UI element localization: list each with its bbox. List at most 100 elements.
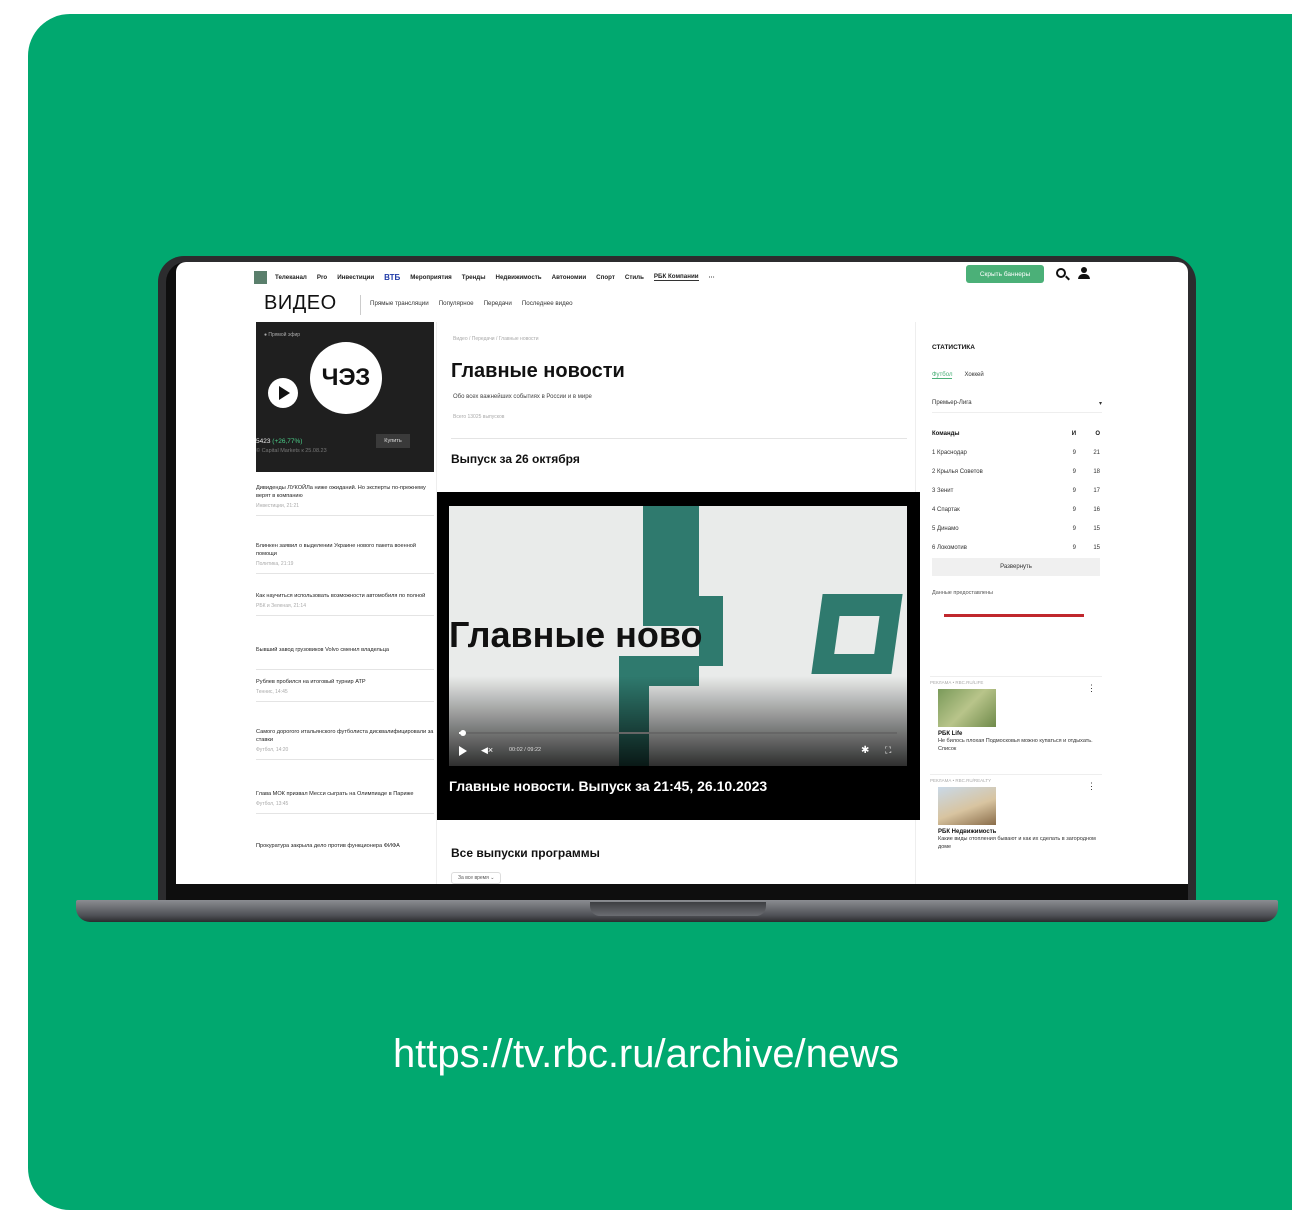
data-provider-note: Данные предоставлены	[932, 590, 993, 596]
nav-item-realty[interactable]: Недвижимость	[496, 274, 542, 281]
more-vertical-icon[interactable]: ⋮	[1087, 781, 1096, 792]
news-item[interactable]: Глава МОК призвал Месси сыграть на Олимп…	[256, 784, 434, 814]
header-games: И	[1071, 430, 1076, 437]
rbc-graphic	[699, 606, 723, 666]
ad-divider	[944, 614, 1084, 617]
video-frame[interactable]: Главные ново	[449, 506, 907, 766]
news-item[interactable]: Дивиденды ЛУКОЙЛа ниже ожиданий. Но эксп…	[256, 478, 434, 516]
news-title: Прокуратура закрыла дело против функцион…	[256, 843, 400, 849]
quote-source: © Capital Markets к 25.08.23	[256, 448, 327, 454]
promo-card[interactable]: РЕКЛАМА • RBC.RU/REALTY РБК Недвижимость…	[930, 774, 1102, 851]
promo-image[interactable]	[938, 689, 996, 727]
subnav-latest[interactable]: Последнее видео	[522, 300, 573, 307]
live-stream-widget[interactable]: ● Прямой эфир ЧЭЗ 5423 (+26,77%) © Capit…	[256, 322, 434, 472]
subnav-popular[interactable]: Популярное	[439, 300, 474, 307]
rbc-graphic	[811, 594, 903, 674]
nav-item-sport[interactable]: Спорт	[596, 274, 615, 281]
divider	[360, 295, 361, 315]
page-url-link[interactable]: https://tv.rbc.ru/archive/news	[0, 1032, 1292, 1077]
laptop-notch	[590, 902, 766, 916]
nav-item-style[interactable]: Стиль	[625, 274, 644, 281]
more-vertical-icon[interactable]: ⋮	[1087, 683, 1096, 694]
buy-button[interactable]: Купить	[376, 434, 410, 448]
table-row[interactable]: 4 Спартак 9 16	[932, 500, 1100, 519]
chevron-down-icon: ▾	[1098, 401, 1102, 407]
news-meta: Теннис, 14:45	[256, 689, 288, 695]
quote-change: (+26,77%)	[272, 438, 303, 445]
news-item[interactable]: Рублев пробился на итоговый турнир ATP Т…	[256, 672, 434, 702]
hide-banners-button[interactable]: Скрыть баннеры	[966, 265, 1044, 283]
user-icon[interactable]	[1078, 267, 1090, 280]
promo-source: РЕКЛАМА • RBC.RU/REALTY	[930, 778, 992, 783]
search-icon[interactable]	[1056, 268, 1066, 278]
gear-icon[interactable]: ✱	[861, 745, 869, 756]
nav-item-pro[interactable]: Pro	[317, 274, 327, 281]
news-item[interactable]: Прокуратура закрыла дело против функцион…	[256, 836, 434, 856]
news-item[interactable]: Самого дорогого итальянского футболиста …	[256, 722, 434, 760]
video-player[interactable]: Главные ново ◀× 00:02 / 09:22 ✱ ⛶ Главны…	[437, 492, 920, 820]
subnav-live[interactable]: Прямые трансляции	[370, 300, 429, 307]
vtb-logo[interactable]: ВТБ	[384, 273, 400, 282]
video-progress-bar[interactable]	[459, 730, 897, 736]
league-select[interactable]: Премьер-Лига ▾	[932, 400, 1102, 413]
news-title: Самого дорогого итальянского футболиста …	[256, 729, 434, 743]
fullscreen-icon[interactable]: ⛶	[885, 745, 891, 756]
nav-more-icon[interactable]: ···	[709, 274, 715, 281]
table-row[interactable]: 2 Крылья Советов 9 18	[932, 462, 1100, 481]
table-row[interactable]: 6 Локомотив 9 15	[932, 538, 1100, 557]
nav-item-tv[interactable]: Телеканал	[275, 274, 307, 281]
page-description: Обо всех важнейших событиях в России и в…	[453, 394, 592, 400]
news-meta: Инвестиции, 21:21	[256, 503, 300, 509]
play-icon[interactable]	[459, 746, 467, 756]
promo-source: РЕКЛАМА • RBC.RU/LIFE	[930, 680, 984, 685]
main-content: Видео / Передачи / Главные новости Главн…	[436, 322, 920, 884]
news-meta: Футбол, 13:45	[256, 801, 289, 807]
page-url-text[interactable]: https://tv.rbc.ru/archive/news	[393, 1032, 899, 1077]
subnav-shows[interactable]: Передачи	[484, 300, 512, 307]
video-frame-text: Главные ново	[449, 614, 703, 655]
nav-item-auto[interactable]: Автономии	[552, 274, 587, 281]
period-filter-dropdown[interactable]: За все время ⌄	[451, 872, 502, 884]
news-meta: Футбол, 14:20	[256, 747, 289, 753]
tab-football[interactable]: Футбол	[932, 372, 953, 379]
news-meta: Политика, 21:19	[256, 561, 294, 567]
news-item[interactable]: Бывший завод грузовиков Volvo сменил вла…	[256, 640, 434, 670]
news-title: Глава МОК призвал Месси сыграть на Олимп…	[256, 791, 414, 797]
table-row[interactable]: 3 Зенит 9 17	[932, 481, 1100, 500]
all-issues-heading: Все выпуски программы	[451, 846, 600, 860]
table-row[interactable]: 1 Краснодар 9 21	[932, 443, 1100, 462]
video-time: 00:02 / 09:22	[509, 747, 542, 753]
section-title: ВИДЕО	[264, 292, 337, 314]
rbc-logo-icon[interactable]	[254, 270, 267, 284]
table-header: Команды И О	[932, 424, 1100, 443]
issues-count: Всего 13025 выпусков	[453, 414, 505, 420]
promo-card[interactable]: РЕКЛАМА • RBC.RU/LIFE РБК Life Не билось…	[930, 676, 1102, 753]
promo-text: Какие виды отопления бывают и как их сде…	[938, 836, 1096, 850]
tab-hockey[interactable]: Хоккей	[964, 372, 983, 379]
nav-item-trends[interactable]: Тренды	[462, 274, 486, 281]
expand-button[interactable]: Развернуть	[932, 558, 1100, 576]
live-label: ● Прямой эфир	[264, 332, 301, 338]
nav-item-events[interactable]: Мероприятия	[410, 274, 452, 281]
nav-item-companies[interactable]: РБК Компании	[653, 273, 699, 281]
promo-image[interactable]	[938, 787, 996, 825]
volume-mute-icon[interactable]: ◀×	[481, 745, 493, 756]
divider	[451, 438, 907, 439]
video-caption: Главные новости. Выпуск за 21:45, 26.10.…	[449, 778, 768, 794]
issue-title: Выпуск за 26 октября	[451, 452, 580, 466]
news-title: Блинкен заявил о выделении Украине новог…	[256, 543, 417, 557]
nav-item-investments[interactable]: Инвестиции	[337, 274, 374, 281]
breadcrumb[interactable]: Видео / Передачи / Главные новости	[453, 336, 539, 342]
news-title: Бывший завод грузовиков Volvo сменил вла…	[256, 647, 390, 653]
news-item[interactable]: Как научиться использовать возможности а…	[256, 586, 434, 616]
header-points: О	[1095, 430, 1100, 437]
table-row[interactable]: 5 Динамо 9 15	[932, 519, 1100, 538]
standings-table: Команды И О 1 Краснодар 9 21 2 Крылья Сове…	[932, 424, 1100, 557]
play-icon[interactable]	[268, 378, 298, 408]
header-teams: Команды	[932, 430, 960, 437]
news-item[interactable]: Блинкен заявил о выделении Украине новог…	[256, 536, 434, 574]
page-title: Главные новости	[451, 360, 625, 382]
news-meta: РБК и Зеленая, 21:14	[256, 603, 306, 609]
section-subnav: Прямые трансляции Популярное Передачи По…	[370, 300, 583, 307]
statistics-title: СТАТИСТИКА	[932, 344, 975, 351]
